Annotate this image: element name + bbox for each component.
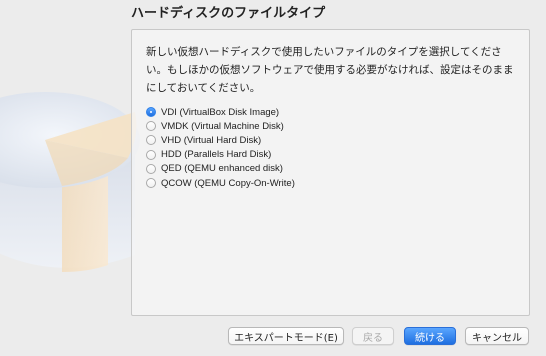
option-label: VDI (VirtualBox Disk Image) xyxy=(161,106,280,118)
continue-button[interactable]: 続ける xyxy=(404,327,456,345)
radio-option-hdd[interactable]: HDD (Parallels Hard Disk) xyxy=(146,148,295,162)
radio-button[interactable] xyxy=(146,149,156,160)
radio-button[interactable] xyxy=(146,135,156,146)
radio-option-qed[interactable]: QED (QEMU enhanced disk) xyxy=(146,162,295,176)
create-disk-dialog: ハードディスクのファイルタイプ 新しい仮想ハードディスクで使用したいファイルのタ… xyxy=(0,0,546,356)
radio-button[interactable] xyxy=(146,163,156,174)
expert-mode-button[interactable]: エキスパートモード(E) xyxy=(228,327,344,345)
page-title: ハードディスクのファイルタイプ xyxy=(131,6,326,21)
back-button[interactable]: 戻る xyxy=(352,327,394,345)
radio-option-vmdk[interactable]: VMDK (Virtual Machine Disk) xyxy=(146,119,295,133)
option-label: VHD (Virtual Hard Disk) xyxy=(161,134,262,146)
hard-disk-icon xyxy=(0,92,140,272)
radio-button-selected[interactable] xyxy=(146,107,156,118)
radio-button[interactable] xyxy=(146,121,156,132)
options-panel: 新しい仮想ハードディスクで使用したいファイルのタイプを選択してください。もしほか… xyxy=(131,29,530,316)
radio-button[interactable] xyxy=(146,178,156,189)
radio-option-qcow[interactable]: QCOW (QEMU Copy-On-Write) xyxy=(146,176,295,190)
file-type-radio-group: VDI (VirtualBox Disk Image) VMDK (Virtua… xyxy=(146,105,295,190)
option-label: HDD (Parallels Hard Disk) xyxy=(161,149,272,161)
radio-option-vdi[interactable]: VDI (VirtualBox Disk Image) xyxy=(146,105,295,119)
description-text: 新しい仮想ハードディスクで使用したいファイルのタイプを選択してください。もしほか… xyxy=(146,46,514,94)
radio-option-vhd[interactable]: VHD (Virtual Hard Disk) xyxy=(146,133,295,147)
option-label: QED (QEMU enhanced disk) xyxy=(161,163,283,175)
cancel-button[interactable]: キャンセル xyxy=(465,327,529,345)
option-label: VMDK (Virtual Machine Disk) xyxy=(161,120,284,132)
option-label: QCOW (QEMU Copy-On-Write) xyxy=(161,177,295,189)
